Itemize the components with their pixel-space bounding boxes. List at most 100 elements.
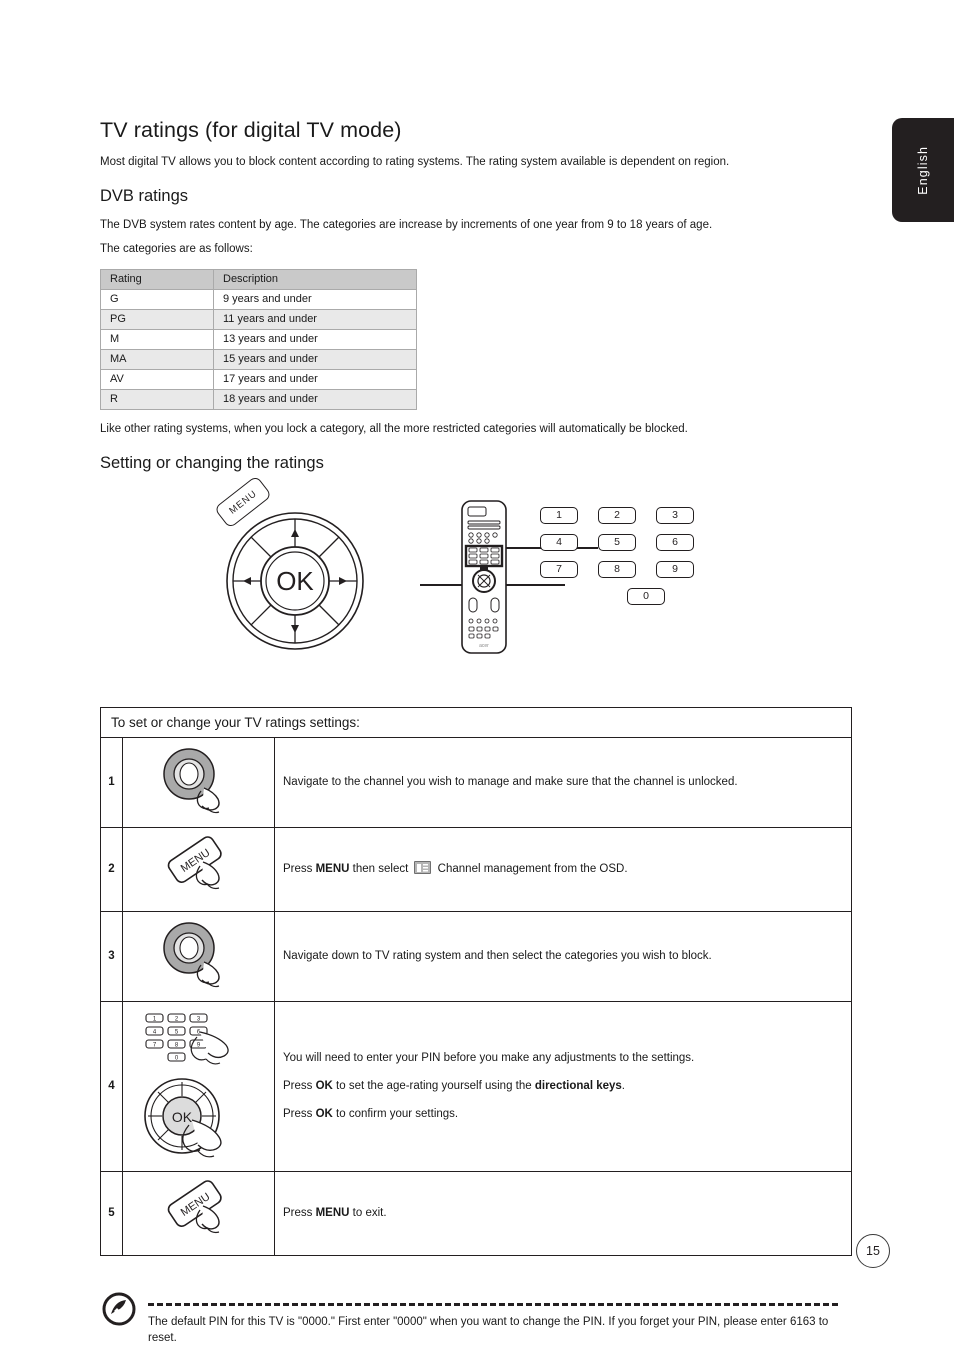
keypad-and-ok-hand-icon: 123 456 789 0 OK bbox=[122, 1000, 275, 1172]
svg-text:OK: OK bbox=[276, 566, 314, 596]
table-row: 2 MENU Press MENU then select Channel ma… bbox=[100, 826, 852, 912]
key-2[interactable]: 2 bbox=[598, 506, 636, 524]
menu-button-hand-icon: MENU bbox=[122, 1170, 275, 1256]
step2-bold-menu: MENU bbox=[315, 862, 350, 875]
step-text: Navigate down to TV rating system and th… bbox=[274, 910, 852, 1002]
remote-control-illustration: acer bbox=[458, 499, 510, 660]
menu-button-hand-icon: MENU bbox=[122, 826, 275, 912]
step5-text-before: Press bbox=[283, 1206, 316, 1219]
table-row: 4 123 456 789 0 OK You will need to ente… bbox=[100, 1000, 852, 1172]
cell-description: 18 years and under bbox=[213, 389, 417, 411]
step4-line3: Press OK to confirm your settings. bbox=[283, 1105, 851, 1123]
step-text: Press MENU to exit. bbox=[274, 1170, 852, 1256]
note-text: The default PIN for this TV is "0000." F… bbox=[148, 1314, 848, 1347]
table-header-row: Rating Description bbox=[100, 269, 417, 291]
table-row: AV 17 years and under bbox=[100, 369, 417, 391]
svg-text:OK: OK bbox=[171, 1109, 192, 1125]
table-row: G 9 years and under bbox=[100, 289, 417, 311]
step4-l3-ok: OK bbox=[315, 1108, 333, 1121]
osd-channel-icon bbox=[414, 860, 432, 874]
ok-wheel-illustration: OK bbox=[225, 511, 365, 651]
step4-l3-c: to confirm your settings. bbox=[332, 1108, 459, 1121]
step-number: 1 bbox=[100, 736, 123, 828]
note-block: The default PIN for this TV is "0000." F… bbox=[100, 1290, 854, 1360]
table-row: 5 MENU Press MENU to exit. bbox=[100, 1170, 852, 1256]
remote-diagram: OK MENU acer 1 2 3 4 5 6 7 8 9 0 bbox=[100, 474, 854, 679]
key-8[interactable]: 8 bbox=[598, 560, 636, 578]
step4-line1: You will need to enter your PIN before y… bbox=[283, 1051, 695, 1064]
page-content: TV ratings (for digital TV mode) Most di… bbox=[100, 0, 854, 1360]
dvb-ratings-heading: DVB ratings bbox=[100, 186, 189, 205]
note-icon bbox=[102, 1292, 136, 1331]
key-7[interactable]: 7 bbox=[540, 560, 578, 578]
step5-text-after: to exit. bbox=[349, 1206, 387, 1219]
step2-text-after: Channel management from the OSD. bbox=[434, 862, 628, 875]
key-6[interactable]: 6 bbox=[656, 533, 694, 551]
step2-text-mid: then select bbox=[349, 862, 412, 875]
keypad-row: 4 5 6 bbox=[540, 533, 694, 551]
table-row: MA 15 years and under bbox=[100, 349, 417, 371]
key-9[interactable]: 9 bbox=[656, 560, 694, 578]
step-text: Press MENU then select Channel managemen… bbox=[274, 826, 852, 912]
step4-l2-dirkeys: directional keys bbox=[534, 1079, 622, 1092]
dvb-paragraph: The DVB system rates content by age. The… bbox=[100, 218, 713, 231]
table-row: PG 11 years and under bbox=[100, 309, 417, 331]
page-number-label: 15 bbox=[866, 1244, 880, 1258]
page-title: TV ratings (for digital TV mode) bbox=[100, 118, 402, 142]
step2-text-before: Press bbox=[283, 862, 316, 875]
step-text: Navigate to the channel you wish to mana… bbox=[274, 736, 852, 828]
steps-caption: To set or change your TV ratings setting… bbox=[100, 706, 852, 738]
cell-description: 13 years and under bbox=[213, 329, 417, 351]
step4-l2-e: . bbox=[621, 1079, 625, 1092]
intro-paragraph: Most digital TV allows you to block cont… bbox=[100, 156, 730, 168]
language-tab-label: English bbox=[916, 145, 930, 195]
cell-description: 11 years and under bbox=[213, 309, 417, 331]
cell-rating: PG bbox=[100, 309, 214, 331]
setting-ratings-heading: Setting or changing the ratings bbox=[100, 453, 324, 472]
step4-l2-c: to set the age-rating yourself using the bbox=[332, 1079, 535, 1092]
col-header-rating: Rating bbox=[100, 269, 214, 291]
cell-description: 15 years and under bbox=[213, 349, 417, 371]
keypad-row: 7 8 9 bbox=[540, 560, 694, 578]
keypad-row: 1 2 3 bbox=[540, 506, 694, 524]
step4-l3-a: Press bbox=[283, 1108, 316, 1121]
dvb-ratings-table: Rating Description G 9 years and under P… bbox=[100, 269, 417, 411]
cell-rating: M bbox=[100, 329, 214, 351]
step-number: 4 bbox=[100, 1000, 123, 1172]
key-0[interactable]: 0 bbox=[627, 587, 665, 605]
svg-text:acer: acer bbox=[479, 643, 489, 649]
language-tab: English bbox=[892, 118, 954, 222]
key-4[interactable]: 4 bbox=[540, 533, 578, 551]
page-number: 15 bbox=[856, 1234, 890, 1268]
cell-description: 9 years and under bbox=[213, 289, 417, 311]
cell-rating: AV bbox=[100, 369, 214, 391]
keypad-row: 0 bbox=[598, 587, 694, 605]
key-5[interactable]: 5 bbox=[598, 533, 636, 551]
dpad-hand-icon bbox=[122, 910, 275, 1002]
step-text: You will need to enter your PIN before y… bbox=[274, 1000, 852, 1172]
table-row: R 18 years and under bbox=[100, 389, 417, 411]
step4-l2-a: Press bbox=[283, 1079, 316, 1092]
keypad-illustration: 1 2 3 4 5 6 7 8 9 0 bbox=[540, 506, 694, 615]
dvb-follows-text: The categories are as follows: bbox=[100, 243, 253, 256]
table-row: 1 Navigate to the channel you wish to ma… bbox=[100, 736, 852, 828]
dpad-hand-icon bbox=[122, 736, 275, 828]
step4-l2-ok: OK bbox=[315, 1079, 333, 1092]
step-number: 3 bbox=[100, 910, 123, 1002]
key-3[interactable]: 3 bbox=[656, 506, 694, 524]
table-row: 3 Navigate down to TV rating system and … bbox=[100, 910, 852, 1002]
col-header-description: Description bbox=[213, 269, 417, 291]
table-row: M 13 years and under bbox=[100, 329, 417, 351]
step5-bold-menu: MENU bbox=[315, 1206, 350, 1219]
key-1[interactable]: 1 bbox=[540, 506, 578, 524]
cell-rating: R bbox=[100, 389, 214, 411]
note-line-1: The default PIN for this TV is "0000." F… bbox=[148, 1315, 721, 1328]
cell-description: 17 years and under bbox=[213, 369, 417, 391]
cell-rating: MA bbox=[100, 349, 214, 371]
steps-caption-row: To set or change your TV ratings setting… bbox=[100, 706, 852, 738]
after-table-paragraph: Like other rating systems, when you lock… bbox=[100, 423, 688, 436]
cell-rating: G bbox=[100, 289, 214, 311]
step4-line2: Press OK to set the age-rating yourself … bbox=[283, 1077, 851, 1095]
step-number: 5 bbox=[100, 1170, 123, 1256]
steps-table: To set or change your TV ratings setting… bbox=[100, 706, 852, 1256]
